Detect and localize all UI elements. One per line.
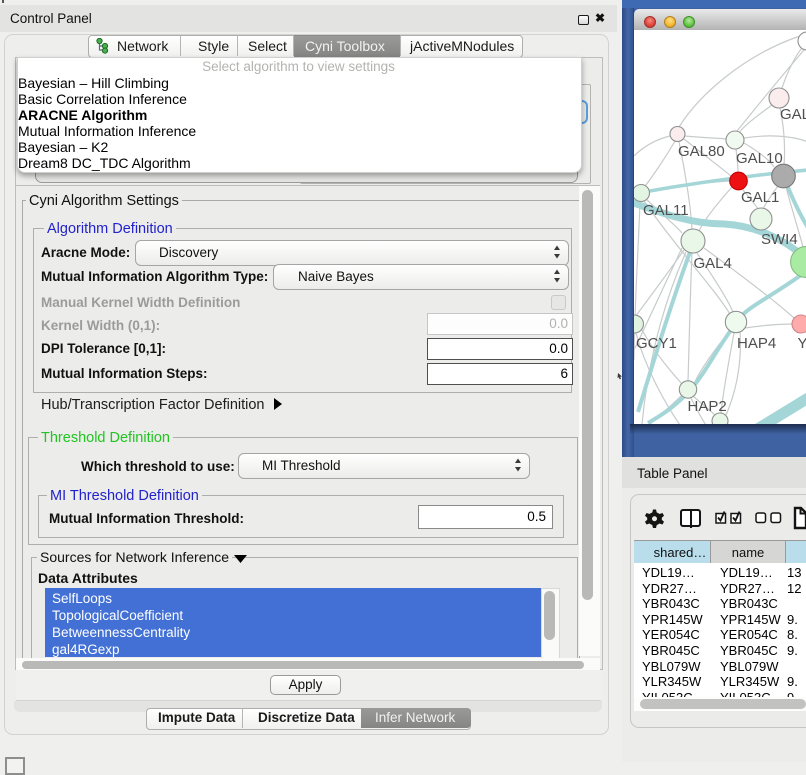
svg-text:GAL1: GAL1 bbox=[741, 189, 779, 206]
svg-text:HAP2: HAP2 bbox=[688, 398, 727, 415]
svg-text:GAL10: GAL10 bbox=[736, 150, 783, 167]
svg-text:Y: Y bbox=[798, 335, 806, 352]
svg-text:SWI4: SWI4 bbox=[761, 231, 798, 248]
svg-text:GCY1: GCY1 bbox=[636, 335, 677, 352]
svg-text:GAL80: GAL80 bbox=[678, 143, 725, 160]
svg-text:GAL11: GAL11 bbox=[643, 202, 689, 219]
svg-text:HAP4: HAP4 bbox=[737, 335, 776, 352]
svg-text:GAL: GAL bbox=[780, 106, 806, 123]
svg-text:GAL4: GAL4 bbox=[694, 255, 732, 272]
